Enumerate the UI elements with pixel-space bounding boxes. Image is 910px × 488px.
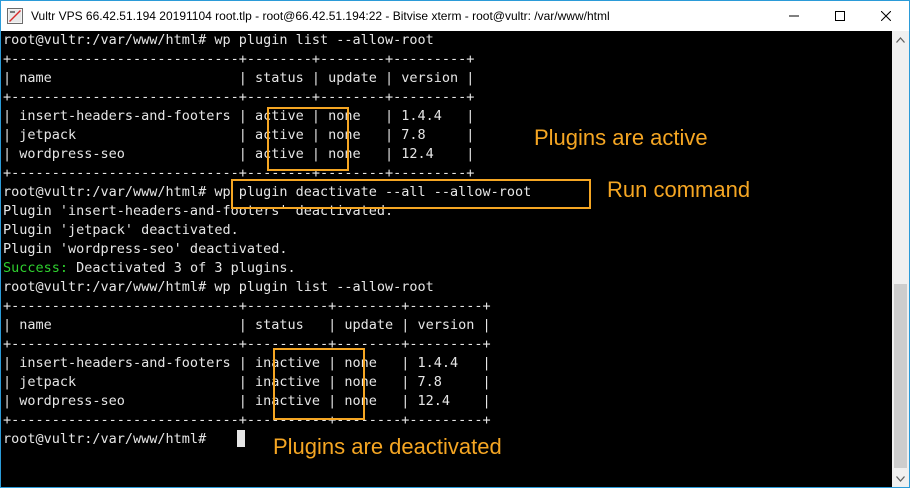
terminal-line-success: Success: Deactivated 3 of 3 plugins. <box>3 259 296 278</box>
title-bar[interactable]: Vultr VPS 66.42.51.194 20191104 root.tlp… <box>1 1 909 31</box>
chevron-up-icon <box>896 36 905 43</box>
success-label: Success: <box>3 260 77 276</box>
terminal-line: | wordpress-seo | active | none | 12.4 | <box>3 146 475 162</box>
text-cursor <box>237 430 245 447</box>
bitvise-terminal-icon <box>7 8 23 24</box>
vertical-scrollbar[interactable] <box>892 31 909 487</box>
terminal-line: root@vultr:/var/www/html# wp plugin list… <box>3 32 434 48</box>
inactive-status-highlight <box>273 348 365 420</box>
scrollbar-thumb[interactable] <box>894 284 907 468</box>
scroll-down-button[interactable] <box>892 470 909 487</box>
terminal-line: Plugin 'wordpress-seo' deactivated. <box>3 241 288 257</box>
terminal-line: +----------------------------+----------… <box>3 298 491 314</box>
terminal-line: +----------------------------+----------… <box>3 412 491 428</box>
terminal-line: | jetpack | inactive | none | 7.8 | <box>3 374 491 390</box>
terminal-line: +----------------------------+----------… <box>3 336 491 352</box>
terminal-line: | name | status | update | version | <box>3 70 475 86</box>
window-title: Vultr VPS 66.42.51.194 20191104 root.tlp… <box>31 9 610 23</box>
terminal-window: Vultr VPS 66.42.51.194 20191104 root.tlp… <box>0 0 910 488</box>
terminal-line: | name | status | update | version | <box>3 317 491 333</box>
maximize-button[interactable] <box>817 1 863 31</box>
terminal-line: | insert-headers-and-footers | inactive … <box>3 355 491 371</box>
annotation-run-command: Run command <box>607 177 751 202</box>
terminal-line: | jetpack | active | none | 7.8 | <box>3 127 475 143</box>
active-status-highlight <box>267 107 349 171</box>
terminal-output[interactable]: root@vultr:/var/www/html# wp plugin list… <box>1 31 892 487</box>
minimize-icon <box>789 15 799 17</box>
scroll-up-button[interactable] <box>892 31 909 48</box>
maximize-icon <box>835 11 845 21</box>
terminal-line: +----------------------------+--------+-… <box>3 89 475 105</box>
terminal-line: | wordpress-seo | inactive | none | 12.4… <box>3 393 491 409</box>
success-message: Deactivated 3 of 3 plugins. <box>76 260 296 276</box>
chevron-down-icon <box>896 475 905 482</box>
close-button[interactable] <box>863 1 909 31</box>
command-highlight <box>231 179 591 209</box>
terminal-prompt: root@vultr:/var/www/html# <box>3 431 215 447</box>
terminal-line: +----------------------------+--------+-… <box>3 51 475 67</box>
minimize-button[interactable] <box>771 1 817 31</box>
terminal-line: root@vultr:/var/www/html# wp plugin list… <box>3 279 434 295</box>
close-icon <box>881 11 891 21</box>
annotation-plugins-active: Plugins are active <box>534 125 708 150</box>
terminal-line: Plugin 'jetpack' deactivated. <box>3 222 239 238</box>
annotation-plugins-deactivated: Plugins are deactivated <box>273 434 502 459</box>
terminal-line: | insert-headers-and-footers | active | … <box>3 108 475 124</box>
